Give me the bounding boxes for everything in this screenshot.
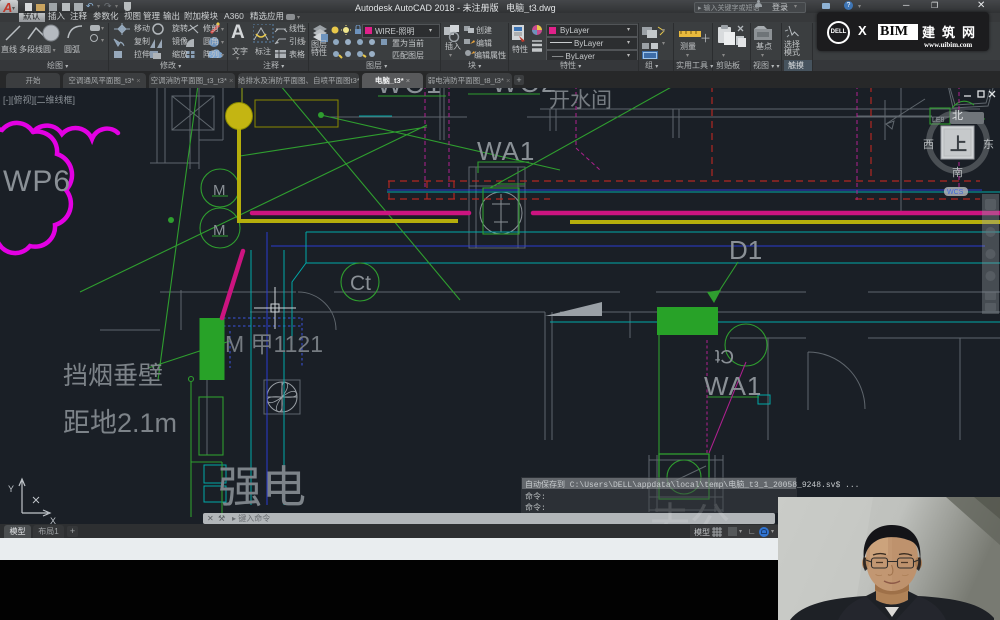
svg-text:WP6: WP6	[3, 165, 71, 198]
svg-text:南: 南	[952, 166, 963, 179]
svg-text:M 甲1121: M 甲1121	[225, 331, 323, 357]
svg-text:Ct: Ct	[714, 345, 734, 366]
svg-text:D1: D1	[729, 235, 762, 265]
svg-text:挡烟垂壁: 挡烟垂壁	[63, 362, 163, 390]
svg-text:东: 东	[983, 138, 994, 151]
svg-text:M: M	[213, 182, 226, 199]
svg-text:强电: 强电	[218, 463, 306, 512]
svg-text:上: 上	[950, 135, 967, 154]
svg-text:西: 西	[923, 139, 934, 151]
svg-text:M: M	[213, 222, 226, 239]
svg-text:Ct: Ct	[350, 272, 371, 295]
svg-text:WA1: WA1	[704, 371, 762, 401]
svg-text:Y: Y	[8, 484, 14, 494]
svg-text:WCS: WCS	[947, 189, 964, 196]
svg-text:LE8: LE8	[932, 117, 945, 124]
svg-text:WA1: WA1	[477, 136, 535, 166]
svg-text:距地2.1m: 距地2.1m	[63, 408, 177, 438]
svg-text:北: 北	[952, 109, 963, 122]
svg-text:开水间: 开水间	[549, 89, 612, 112]
